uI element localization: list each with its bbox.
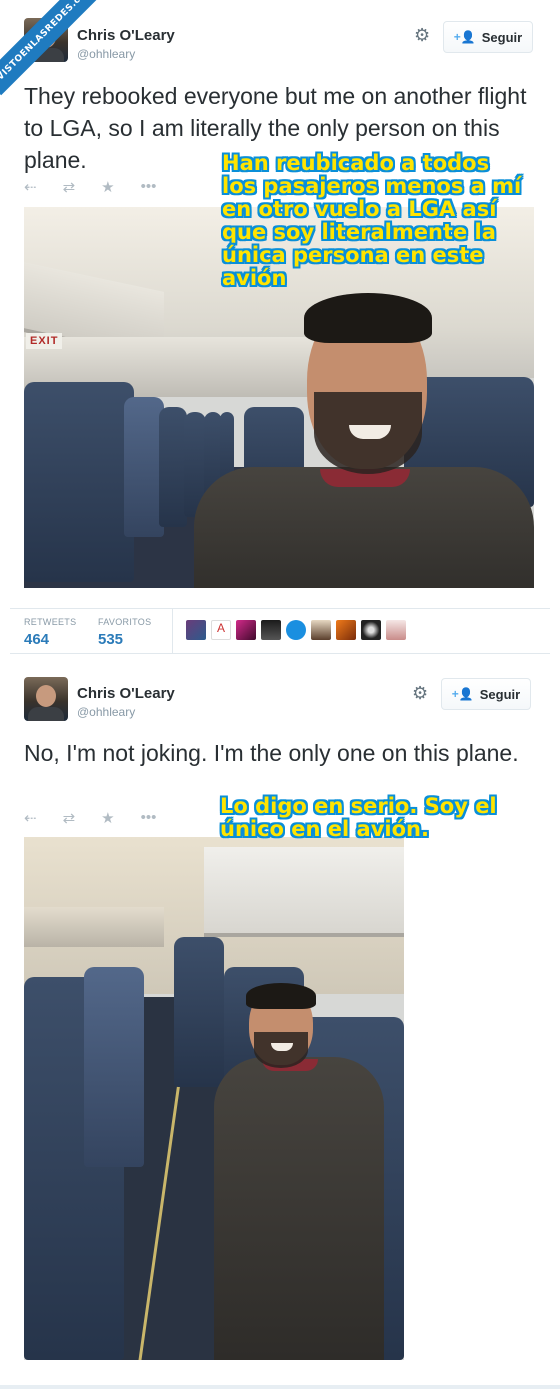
follow-button[interactable]: +👤 Seguir bbox=[443, 21, 533, 53]
reply-icon[interactable]: ⇠ bbox=[24, 178, 37, 196]
avatar[interactable] bbox=[236, 620, 256, 640]
retweets-label: RETWEETS bbox=[24, 617, 77, 627]
add-user-icon: +👤 bbox=[451, 687, 474, 701]
tweet-text: No, I'm not joking. I'm the only one on … bbox=[24, 740, 519, 766]
avatar[interactable] bbox=[336, 620, 356, 640]
tweet-photo[interactable] bbox=[24, 837, 404, 1360]
exit-sign: EXIT bbox=[26, 333, 63, 349]
more-icon[interactable]: ••• bbox=[141, 809, 157, 827]
tweet-stats: RETWEETS 464 FAVORITOS 535 A bbox=[10, 608, 550, 654]
stats-divider bbox=[172, 609, 173, 654]
gear-icon[interactable]: ⚙ bbox=[414, 25, 430, 46]
follow-label: Seguir bbox=[479, 686, 521, 702]
retweet-icon[interactable]: ⇄ bbox=[63, 809, 76, 827]
reply-icon[interactable]: ⇠ bbox=[24, 809, 37, 827]
retweet-icon[interactable]: ⇄ bbox=[63, 178, 76, 196]
author-name[interactable]: Chris O'Leary bbox=[77, 27, 175, 44]
avatar[interactable] bbox=[286, 620, 306, 640]
avatar[interactable] bbox=[261, 620, 281, 640]
favorites-stat[interactable]: FAVORITOS 535 bbox=[98, 617, 151, 648]
author-handle[interactable]: @ohhleary bbox=[77, 705, 135, 719]
avatar[interactable] bbox=[24, 677, 68, 721]
tweet-screenshot: Chris O'Leary @ohhleary ⚙ +👤 Seguir They… bbox=[10, 0, 550, 1389]
avatar[interactable]: A bbox=[211, 620, 231, 640]
retweets-stat[interactable]: RETWEETS 464 bbox=[24, 617, 76, 648]
avatar[interactable] bbox=[311, 620, 331, 640]
translation-overlay: Lo digo en serio. Soy el único en el avi… bbox=[220, 794, 497, 841]
retweets-count: 464 bbox=[24, 631, 50, 648]
avatar[interactable] bbox=[186, 620, 206, 640]
favoriter-avatars: A bbox=[186, 620, 406, 640]
gear-icon[interactable]: ⚙ bbox=[412, 683, 428, 704]
more-icon[interactable]: ••• bbox=[141, 178, 157, 196]
follow-button[interactable]: +👤 Seguir bbox=[441, 678, 531, 710]
bottom-border bbox=[0, 1385, 560, 1389]
translation-overlay: Han reubicado a todos los pasajeros meno… bbox=[222, 151, 522, 290]
avatar[interactable] bbox=[361, 620, 381, 640]
tweet-actions: ⇠ ⇄ ★ ••• bbox=[24, 809, 156, 827]
star-icon[interactable]: ★ bbox=[101, 809, 114, 827]
star-icon[interactable]: ★ bbox=[101, 178, 114, 196]
favorites-label: FAVORITOS bbox=[98, 617, 152, 627]
avatar[interactable] bbox=[386, 620, 406, 640]
follow-label: Seguir bbox=[481, 29, 523, 45]
author-handle[interactable]: @ohhleary bbox=[77, 47, 135, 61]
favorites-count: 535 bbox=[98, 631, 124, 648]
tweet-actions: ⇠ ⇄ ★ ••• bbox=[24, 178, 156, 196]
author-name[interactable]: Chris O'Leary bbox=[77, 685, 175, 702]
add-user-icon: +👤 bbox=[453, 30, 476, 44]
